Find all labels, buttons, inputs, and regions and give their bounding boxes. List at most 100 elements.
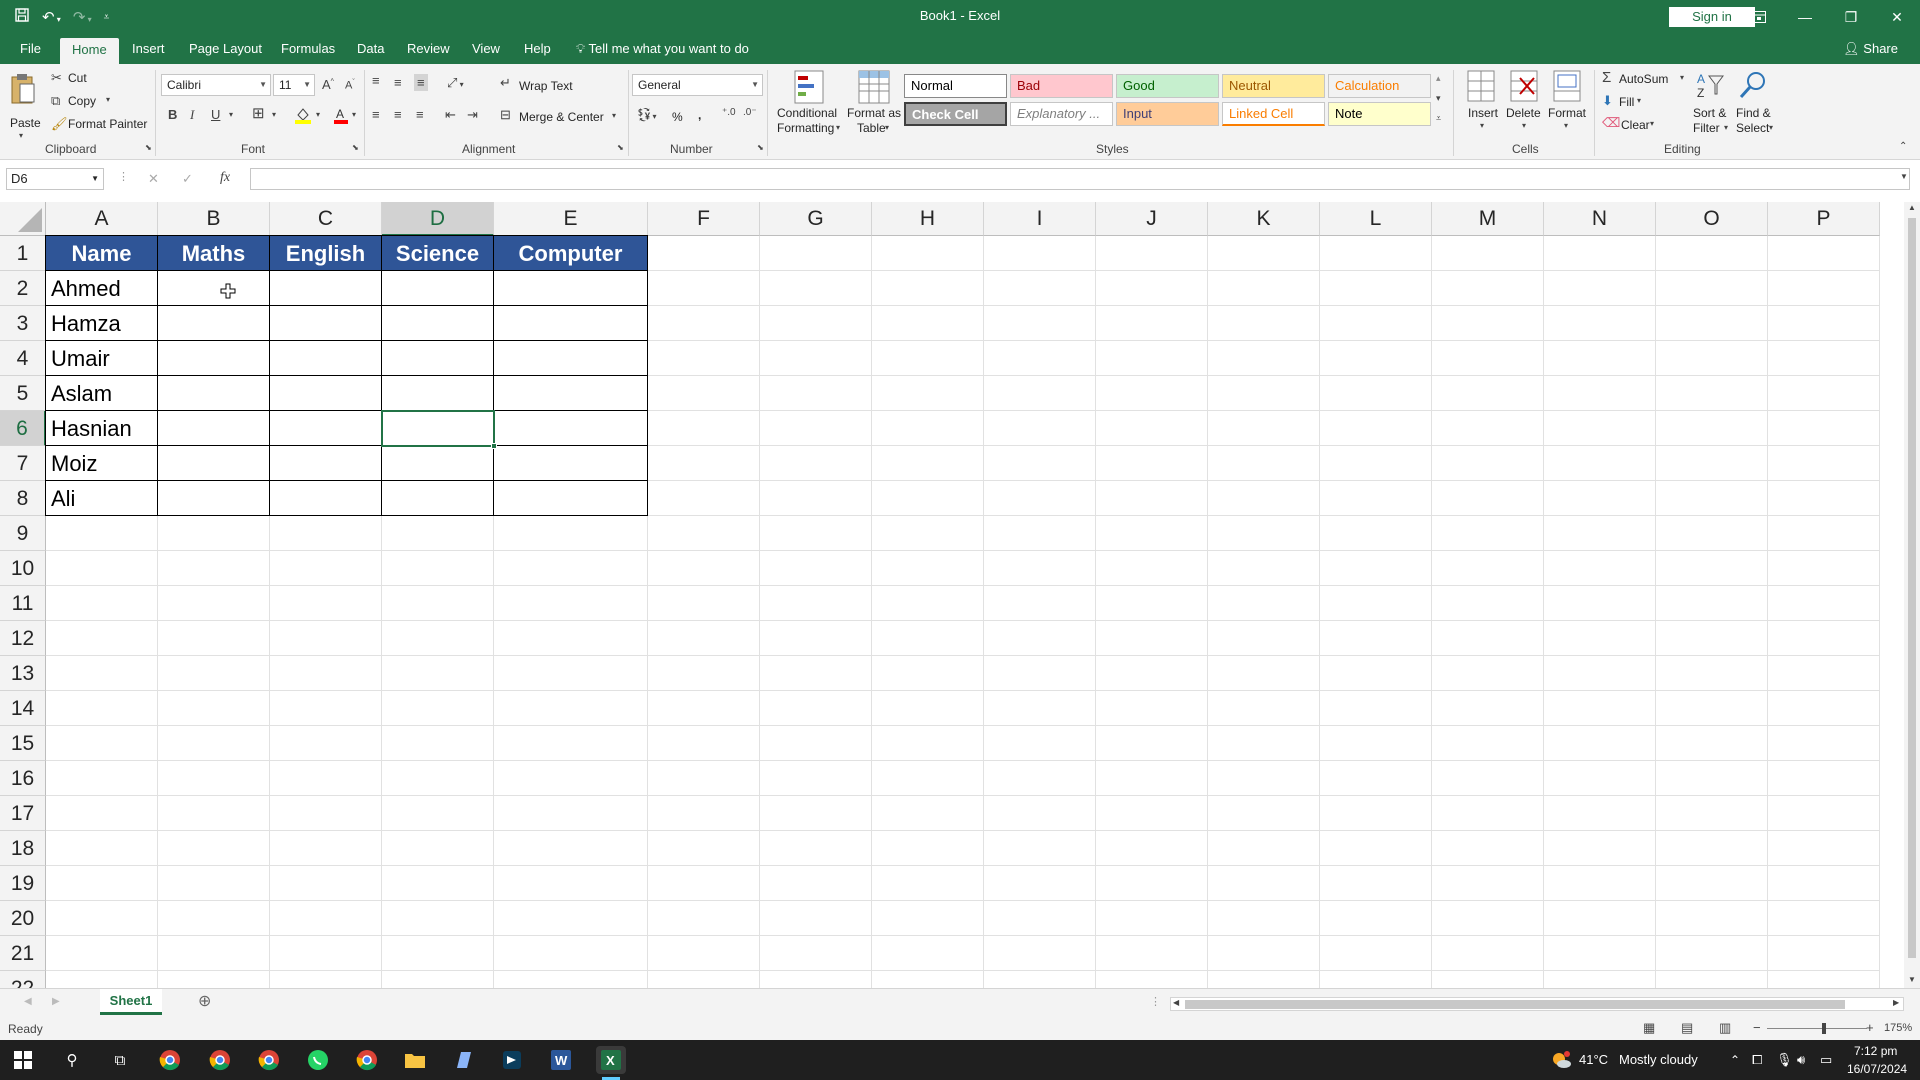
app-icon[interactable] (497, 1046, 527, 1074)
cell-b11[interactable] (158, 586, 270, 621)
row-header-17[interactable]: 17 (0, 796, 46, 831)
tab-help[interactable]: Help (524, 34, 551, 64)
cell-n15[interactable] (1544, 726, 1656, 761)
cell-c5[interactable] (270, 376, 382, 411)
tell-me-search[interactable]: 💡︎ Tell me what you want to do (576, 34, 749, 64)
cell-d13[interactable] (382, 656, 494, 691)
cell-j2[interactable] (1096, 271, 1208, 306)
cell-c8[interactable] (270, 481, 382, 516)
cell-a11[interactable] (46, 586, 158, 621)
gallery-scroll-down-icon[interactable]: ▾ (1436, 94, 1441, 103)
cell-l3[interactable] (1320, 306, 1432, 341)
search-icon[interactable]: ⚲ (57, 1046, 87, 1074)
cell-e13[interactable] (494, 656, 648, 691)
tab-review[interactable]: Review (407, 34, 450, 64)
cell-b9[interactable] (158, 516, 270, 551)
cell-style-check-cell[interactable]: Check Cell (904, 102, 1007, 126)
insert-cells-button[interactable]: Insert (1468, 106, 1498, 120)
cell-f3[interactable] (648, 306, 760, 341)
cell-j6[interactable] (1096, 411, 1208, 446)
cell-f17[interactable] (648, 796, 760, 831)
find-select-dropdown-icon[interactable]: ▾ (1769, 124, 1773, 132)
cell-style-good[interactable]: Good (1116, 74, 1219, 98)
cell-j21[interactable] (1096, 936, 1208, 971)
cell-l8[interactable] (1320, 481, 1432, 516)
cell-o1[interactable] (1656, 236, 1768, 271)
cell-j16[interactable] (1096, 761, 1208, 796)
chrome-icon[interactable] (352, 1046, 382, 1074)
format-cells-button[interactable]: Format (1548, 106, 1586, 120)
decrease-decimal-icon[interactable]: .0⁻ (743, 108, 757, 118)
tab-file[interactable]: File (20, 34, 41, 64)
cell-o12[interactable] (1656, 621, 1768, 656)
formula-input[interactable] (250, 168, 1910, 190)
cell-e17[interactable] (494, 796, 648, 831)
cell-h5[interactable] (872, 376, 984, 411)
cell-b19[interactable] (158, 866, 270, 901)
cell-a8[interactable]: Ali (46, 481, 158, 516)
cell-e14[interactable] (494, 691, 648, 726)
cell-m7[interactable] (1432, 446, 1544, 481)
cell-l12[interactable] (1320, 621, 1432, 656)
customize-toolbar-icon[interactable]: ⩡ (104, 12, 110, 23)
weather-condition[interactable]: Mostly cloudy (1619, 1040, 1698, 1080)
cell-n18[interactable] (1544, 831, 1656, 866)
delete-dropdown-icon[interactable]: ▾ (1522, 122, 1526, 130)
cell-o16[interactable] (1656, 761, 1768, 796)
cell-h11[interactable] (872, 586, 984, 621)
sheet-tab-sheet1[interactable]: Sheet1 (100, 989, 162, 1015)
cell-b2[interactable] (158, 271, 270, 306)
cell-m2[interactable] (1432, 271, 1544, 306)
task-view-icon[interactable]: ⧉ (105, 1046, 135, 1074)
chrome-icon[interactable] (254, 1046, 284, 1074)
cell-style-bad[interactable]: Bad (1010, 74, 1113, 98)
insert-function-icon[interactable]: fx (220, 171, 230, 185)
cell-p16[interactable] (1768, 761, 1880, 796)
cell-h13[interactable] (872, 656, 984, 691)
cell-d6[interactable] (382, 411, 494, 446)
word-icon[interactable]: W (546, 1046, 576, 1074)
cell-d17[interactable] (382, 796, 494, 831)
row-header-6[interactable]: 6 (0, 411, 46, 446)
cell-b16[interactable] (158, 761, 270, 796)
cell-f14[interactable] (648, 691, 760, 726)
cell-f12[interactable] (648, 621, 760, 656)
cell-h7[interactable] (872, 446, 984, 481)
cell-a12[interactable] (46, 621, 158, 656)
cell-f21[interactable] (648, 936, 760, 971)
column-header-o[interactable]: O (1656, 202, 1768, 236)
paste-icon[interactable] (10, 72, 36, 108)
cell-d3[interactable] (382, 306, 494, 341)
cell-i17[interactable] (984, 796, 1096, 831)
gallery-scroll-up-icon[interactable]: ▴ (1436, 74, 1441, 83)
cell-l1[interactable] (1320, 236, 1432, 271)
cell-f4[interactable] (648, 341, 760, 376)
cell-g12[interactable] (760, 621, 872, 656)
format-cells-icon[interactable] (1553, 70, 1581, 104)
cell-i12[interactable] (984, 621, 1096, 656)
cell-n1[interactable] (1544, 236, 1656, 271)
font-size-select[interactable]: 11 ▼ (273, 74, 315, 96)
horizontal-scroll-thumb[interactable] (1185, 1000, 1845, 1009)
cell-h18[interactable] (872, 831, 984, 866)
cell-j4[interactable] (1096, 341, 1208, 376)
cell-h21[interactable] (872, 936, 984, 971)
cell-k15[interactable] (1208, 726, 1320, 761)
cell-p22[interactable] (1768, 971, 1880, 988)
row-header-8[interactable]: 8 (0, 481, 46, 516)
cell-o13[interactable] (1656, 656, 1768, 691)
autosum-button[interactable]: AutoSum (1619, 72, 1668, 86)
cell-j15[interactable] (1096, 726, 1208, 761)
cell-m6[interactable] (1432, 411, 1544, 446)
cell-d9[interactable] (382, 516, 494, 551)
orientation-icon[interactable]: ⤢ ▾ (447, 76, 464, 89)
cell-e5[interactable] (494, 376, 648, 411)
accounting-format-icon[interactable]: 💱︎▾ (636, 108, 657, 121)
increase-indent-icon[interactable]: ⇥ (467, 108, 478, 121)
cell-c19[interactable] (270, 866, 382, 901)
weather-icon[interactable] (1550, 1050, 1572, 1070)
cell-h14[interactable] (872, 691, 984, 726)
cell-e7[interactable] (494, 446, 648, 481)
percent-style-button[interactable]: % (672, 110, 683, 124)
cell-i13[interactable] (984, 656, 1096, 691)
